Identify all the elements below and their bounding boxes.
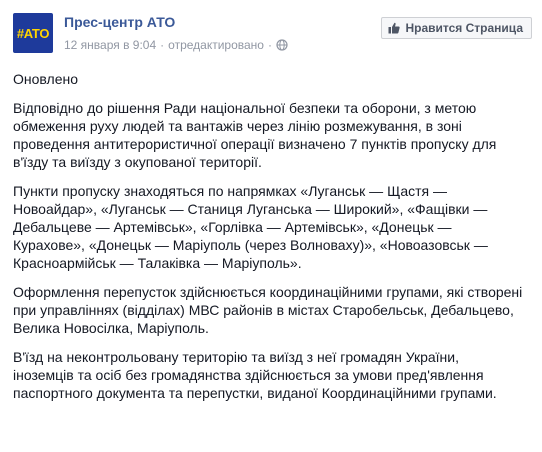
edited-link[interactable]: отредактировано xyxy=(168,38,264,52)
post-meta: 12 января в 9:04 · отредактировано · xyxy=(64,38,288,52)
post-paragraph: Пункти пропуску знаходяться по напрямках… xyxy=(13,183,488,271)
post-paragraph: В'їзд на неконтрольовану територію та ви… xyxy=(13,349,497,401)
globe-icon[interactable] xyxy=(276,39,288,51)
post-paragraph: Оновлено xyxy=(13,71,78,87)
post-paragraph: Відповідно до рішення Ради національної … xyxy=(13,100,497,170)
post-date-link[interactable]: 12 января в 9:04 xyxy=(64,38,156,52)
like-page-button[interactable]: Нравится Страница xyxy=(381,17,532,39)
avatar-logo-text: #ATO xyxy=(16,25,50,41)
meta-separator: · xyxy=(160,38,165,52)
page-name-link[interactable]: Прес-центр АТО xyxy=(64,14,175,30)
post-paragraph: Оформлення перепусток здійснюється коорд… xyxy=(13,284,523,336)
like-page-label: Нравится Страница xyxy=(405,21,523,35)
thumbs-up-icon xyxy=(388,22,401,34)
post-card: #ATO Прес-центр АТО 12 января в 9:04 · о… xyxy=(0,0,542,452)
post-header: #ATO Прес-центр АТО 12 января в 9:04 · о… xyxy=(13,13,532,57)
meta-separator: · xyxy=(267,38,272,52)
page-avatar[interactable]: #ATO xyxy=(13,13,53,53)
post-body: Оновлено Відповідно до рішення Ради наці… xyxy=(13,70,523,413)
